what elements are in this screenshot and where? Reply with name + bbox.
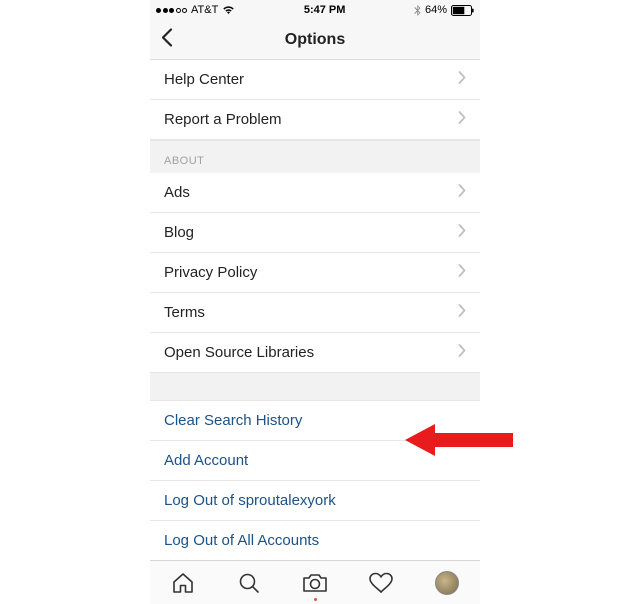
chevron-left-icon (160, 27, 174, 47)
row-add-account[interactable]: Add Account (150, 441, 480, 481)
row-label: Log Out of All Accounts (164, 532, 319, 549)
signal-strength-icon (156, 8, 187, 13)
carrier-label: AT&T (191, 4, 218, 16)
row-log-out-user[interactable]: Log Out of sproutalexyork (150, 481, 480, 521)
chevron-right-icon (458, 304, 466, 321)
battery-percent: 64% (425, 4, 447, 16)
row-clear-search[interactable]: Clear Search History (150, 401, 480, 441)
row-privacy-policy[interactable]: Privacy Policy (150, 253, 480, 293)
heart-icon (368, 571, 394, 595)
row-log-out-all[interactable]: Log Out of All Accounts (150, 521, 480, 560)
tab-bar (150, 560, 480, 604)
back-button[interactable] (160, 27, 174, 52)
about-section-header: ABOUT (150, 140, 480, 173)
status-left: AT&T (156, 4, 235, 16)
row-label: Privacy Policy (164, 264, 257, 281)
tab-profile[interactable] (433, 569, 461, 597)
chevron-right-icon (458, 184, 466, 201)
chevron-right-icon (458, 71, 466, 88)
row-label: Clear Search History (164, 412, 302, 429)
section-gap (150, 373, 480, 401)
nav-header: Options (150, 20, 480, 60)
row-terms[interactable]: Terms (150, 293, 480, 333)
status-right: 64% (414, 4, 474, 16)
page-title: Options (285, 31, 345, 49)
chevron-right-icon (458, 224, 466, 241)
row-ads[interactable]: Ads (150, 173, 480, 213)
row-label: Help Center (164, 71, 244, 88)
row-report-problem[interactable]: Report a Problem (150, 100, 480, 140)
chevron-right-icon (458, 111, 466, 128)
avatar-icon (435, 571, 459, 595)
search-icon (237, 571, 261, 595)
row-label: Blog (164, 224, 194, 241)
phone-frame: AT&T 5:47 PM 64% Options Help Center (150, 0, 480, 604)
camera-icon (302, 571, 328, 595)
account-section: Clear Search History Add Account Log Out… (150, 401, 480, 560)
row-label: Ads (164, 184, 190, 201)
wifi-icon (222, 5, 235, 15)
battery-icon (451, 5, 474, 16)
row-help-center[interactable]: Help Center (150, 60, 480, 100)
chevron-right-icon (458, 344, 466, 361)
about-section: Ads Blog Privacy Policy Terms Open Sourc… (150, 173, 480, 373)
bluetooth-icon (414, 5, 421, 16)
tab-search[interactable] (235, 569, 263, 597)
notification-dot-icon (314, 598, 317, 601)
row-label: Log Out of sproutalexyork (164, 492, 336, 509)
chevron-right-icon (458, 264, 466, 281)
tab-camera[interactable] (301, 569, 329, 597)
row-blog[interactable]: Blog (150, 213, 480, 253)
home-icon (171, 571, 195, 595)
tab-activity[interactable] (367, 569, 395, 597)
row-label: Add Account (164, 452, 248, 469)
row-label: Terms (164, 304, 205, 321)
row-open-source[interactable]: Open Source Libraries (150, 333, 480, 373)
status-bar: AT&T 5:47 PM 64% (150, 0, 480, 20)
support-section: Help Center Report a Problem (150, 60, 480, 140)
tab-home[interactable] (169, 569, 197, 597)
row-label: Open Source Libraries (164, 344, 314, 361)
row-label: Report a Problem (164, 111, 282, 128)
status-time: 5:47 PM (304, 4, 346, 16)
